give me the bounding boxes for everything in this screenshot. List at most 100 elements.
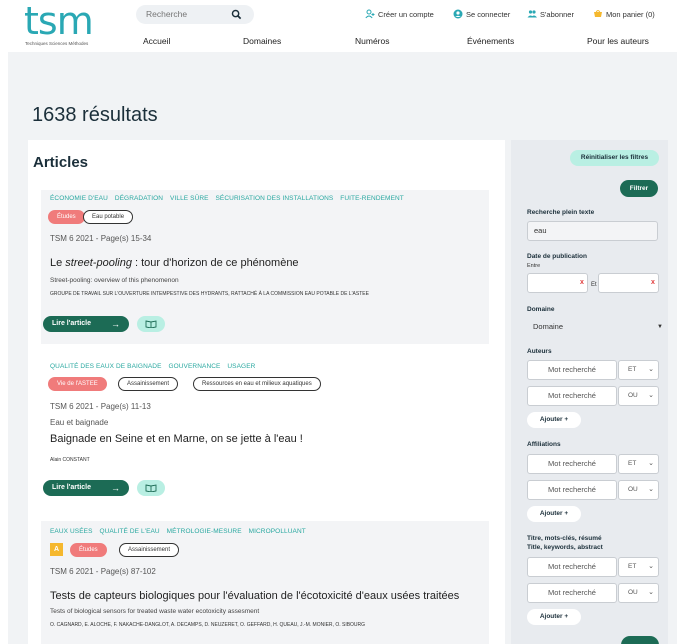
read-article-button[interactable]: Lire l'article → xyxy=(43,316,129,332)
article-tags: QUALITÉ DES EAUX DE BAIGNADE GOUVERNANCE… xyxy=(50,363,260,370)
tag-link[interactable]: SÉCURISATION DES INSTALLATIONS xyxy=(216,195,334,202)
keyword-search-field[interactable]: Mot recherché xyxy=(527,583,617,603)
tag-link[interactable]: MÉTROLOGIE-MESURE xyxy=(167,528,242,535)
date-between-label: Entre xyxy=(527,263,541,269)
keyword-search-field[interactable]: Mot recherché xyxy=(527,557,617,577)
tag-link[interactable]: FUITE-RENDEMENT xyxy=(340,195,404,202)
domain-label: Domaine xyxy=(527,306,555,313)
logo-wordmark: tsm xyxy=(24,0,94,43)
operator-value: ET xyxy=(628,366,637,373)
tag-link[interactable]: USAGER xyxy=(227,363,255,370)
caret-down-icon: ▼ xyxy=(657,324,663,330)
user-circle-icon xyxy=(453,9,463,19)
chevron-down-icon: ⌄ xyxy=(648,563,654,570)
arrow-right-icon: → xyxy=(111,319,120,329)
chevron-down-icon: ⌄ xyxy=(648,392,654,399)
apply-filters-button[interactable]: Filtrer xyxy=(620,180,658,197)
date-end-field[interactable] xyxy=(598,273,659,293)
affiliation-operator-select[interactable]: OU ⌄ xyxy=(618,480,659,500)
arrow-right-icon: → xyxy=(111,483,120,493)
login-label: Se connecter xyxy=(466,9,511,19)
logo-tagline: Techniques Sciences Méthodes xyxy=(25,41,89,46)
login-link[interactable]: Se connecter xyxy=(453,9,510,19)
book-icon xyxy=(145,320,157,328)
tag-link[interactable]: EAUX USÉES xyxy=(50,528,93,535)
article-title[interactable]: Le street-pooling : tour d'horizon de ce… xyxy=(50,257,299,269)
access-badge: A xyxy=(50,543,63,556)
author-operator-select[interactable]: OU ⌄ xyxy=(618,386,659,406)
affiliation-operator-select[interactable]: ET ⌄ xyxy=(618,454,659,474)
tag-link[interactable]: ÉCONOMIE D'EAU xyxy=(50,195,108,202)
author-search-field[interactable]: Mot recherché xyxy=(527,360,617,380)
domain-pill[interactable]: Eau potable xyxy=(83,210,134,224)
tsm-logo[interactable]: tsm Techniques Sciences Méthodes xyxy=(24,0,94,47)
clear-date-start-icon[interactable]: x xyxy=(580,279,584,286)
article-subtitle: Street-pooling: overview of this phenome… xyxy=(50,277,179,284)
keyword-operator-select[interactable]: OU ⌄ xyxy=(618,583,659,603)
domain-pill[interactable]: Ressources en eau et milieux aquatiques xyxy=(193,377,321,391)
create-account-link[interactable]: Créer un compte xyxy=(365,9,434,19)
tag-link[interactable]: MICROPOLLUANT xyxy=(249,528,306,535)
articles-heading: Articles xyxy=(33,154,89,171)
clear-date-end-icon[interactable]: x xyxy=(651,279,655,286)
search-box xyxy=(136,5,254,24)
reader-button[interactable] xyxy=(137,316,165,332)
subscribe-link[interactable]: S'abonner xyxy=(527,9,574,19)
authors-label: Auteurs xyxy=(527,348,552,355)
nav-domaines[interactable]: Domaines xyxy=(243,36,281,46)
article-authors: Alain CONSTANT xyxy=(50,457,90,463)
book-icon xyxy=(145,484,157,492)
tag-link[interactable]: DÉGRADATION xyxy=(115,195,163,202)
tag-link[interactable]: VILLE SÛRE xyxy=(170,195,209,202)
article-tags: EAUX USÉES QUALITÉ DE L'EAU MÉTROLOGIE-M… xyxy=(50,528,311,535)
nav-numeros[interactable]: Numéros xyxy=(355,36,389,46)
domain-pill[interactable]: Assainissement xyxy=(119,543,180,557)
nav-pour-les-auteurs[interactable]: Pour les auteurs xyxy=(587,36,649,46)
author-search-field[interactable]: Mot recherché xyxy=(527,386,617,406)
article-tags: ÉCONOMIE D'EAU DÉGRADATION VILLE SÛRE SÉ… xyxy=(50,195,409,202)
category-pill[interactable]: Études xyxy=(48,210,85,224)
tag-link[interactable]: GOUVERNANCE xyxy=(168,363,220,370)
bottom-filter-button[interactable] xyxy=(621,636,659,644)
article-card: ÉCONOMIE D'EAU DÉGRADATION VILLE SÛRE SÉ… xyxy=(41,190,489,344)
nav-evenements[interactable]: Événements xyxy=(467,36,514,46)
domain-pill[interactable]: Assainissement xyxy=(118,377,179,391)
fulltext-input[interactable]: eau xyxy=(527,221,658,241)
chevron-down-icon: ⌄ xyxy=(648,460,654,467)
domain-select[interactable]: Domaine ▼ xyxy=(527,317,667,337)
nav-accueil[interactable]: Accueil xyxy=(143,36,170,46)
author-operator-select[interactable]: ET ⌄ xyxy=(618,360,659,380)
tag-link[interactable]: QUALITÉ DES EAUX DE BAIGNADE xyxy=(50,363,162,370)
date-start-field[interactable] xyxy=(527,273,588,293)
reset-filters-button[interactable]: Réinitialiser les filtres xyxy=(570,150,659,166)
date-and-label: Et xyxy=(591,282,597,288)
chevron-down-icon: ⌄ xyxy=(648,486,654,493)
keyword-operator-select[interactable]: ET ⌄ xyxy=(618,557,659,577)
read-article-button[interactable]: Lire l'article → xyxy=(43,480,129,496)
operator-value: OU xyxy=(628,486,638,493)
article-card: EAUX USÉES QUALITÉ DE L'EAU MÉTROLOGIE-M… xyxy=(41,521,489,644)
search-icon[interactable] xyxy=(231,9,242,20)
affiliation-search-field[interactable]: Mot recherché xyxy=(527,454,617,474)
title-part: Le xyxy=(50,257,66,269)
site-header: tsm Techniques Sciences Méthodes Créer u… xyxy=(0,0,677,52)
add-author-button[interactable]: Ajouter + xyxy=(527,412,581,428)
fulltext-label: Recherche plein texte xyxy=(527,209,595,216)
reader-button[interactable] xyxy=(137,480,165,496)
affiliation-search-field[interactable]: Mot recherché xyxy=(527,480,617,500)
category-pill[interactable]: Vie de l'ASTEE xyxy=(48,377,107,391)
cart-link[interactable]: Mon panier (0) xyxy=(593,9,655,19)
article-title[interactable]: Tests de capteurs biologiques pour l'éva… xyxy=(50,590,459,602)
user-add-icon xyxy=(365,9,375,19)
add-affiliation-button[interactable]: Ajouter + xyxy=(527,506,581,522)
cart-label: Mon panier (0) xyxy=(606,9,655,19)
category-pill[interactable]: Études xyxy=(70,543,107,557)
operator-value: OU xyxy=(628,392,638,399)
article-title[interactable]: Baignade en Seine et en Marne, on se jet… xyxy=(50,433,303,445)
add-keyword-button[interactable]: Ajouter + xyxy=(527,609,581,625)
domain-select-value: Domaine xyxy=(533,322,564,331)
affiliations-label: Affiliations xyxy=(527,441,561,448)
create-account-label: Créer un compte xyxy=(378,9,434,19)
search-input[interactable] xyxy=(146,5,231,24)
tag-link[interactable]: QUALITÉ DE L'EAU xyxy=(99,528,159,535)
